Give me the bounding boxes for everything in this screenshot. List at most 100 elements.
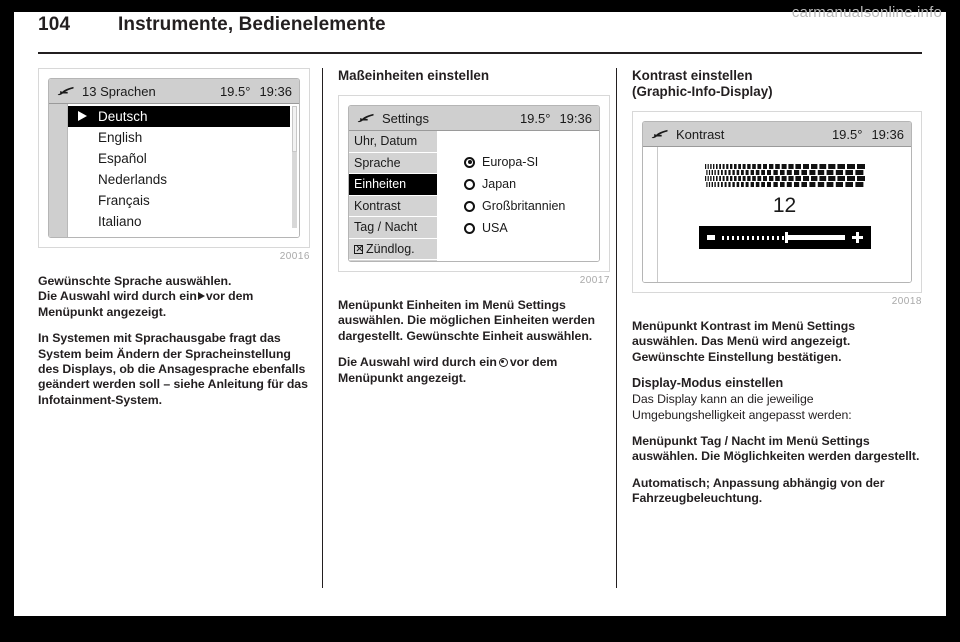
display-temperature: 19.5° bbox=[831, 126, 863, 142]
radio-option-label: Großbritannien bbox=[482, 199, 566, 213]
column-middle: Maßeinheiten einstellen Settings 19.5° 1… bbox=[338, 68, 610, 397]
automatic-text: Automatisch; Anpassung abhängig von der … bbox=[632, 475, 885, 506]
menu-item-label: Uhr, Datum bbox=[354, 134, 418, 148]
car-display-icon bbox=[57, 86, 74, 96]
frame-right bbox=[946, 0, 960, 642]
menu-item-units[interactable]: Einheiten bbox=[349, 174, 437, 196]
display-temperature: 19.5° bbox=[519, 110, 551, 126]
paragraph-day-night-menu: Menüpunkt Tag / Nacht im Menü Settings a… bbox=[632, 434, 920, 464]
language-left-strip bbox=[49, 104, 68, 237]
column-right: Kontrast einstellen (Graphic-Info-Displa… bbox=[632, 68, 922, 518]
display-time: 19:36 bbox=[559, 110, 592, 126]
menu-item-language[interactable]: Sprache bbox=[349, 153, 437, 174]
radio-option-usa[interactable]: USA bbox=[464, 217, 599, 239]
selection-arrow-icon bbox=[78, 111, 87, 121]
figure-caption: 20016 bbox=[279, 251, 310, 262]
menu-item-label: Einheiten bbox=[354, 177, 407, 191]
list-item-label: Français bbox=[98, 193, 150, 208]
radio-button-icon[interactable] bbox=[464, 178, 475, 190]
contrast-body: 12 bbox=[643, 147, 911, 282]
display-title: Settings bbox=[382, 110, 429, 126]
figure-frame: Kontrast 19.5° 19:36 12 bbox=[632, 111, 922, 293]
list-item-label: Nederlands bbox=[98, 172, 168, 187]
scrollbar[interactable] bbox=[292, 106, 297, 228]
display-contrast: Kontrast 19.5° 19:36 12 bbox=[642, 121, 912, 283]
list-item[interactable]: Italiano bbox=[68, 211, 299, 232]
paragraph-units-instructions: Menüpunkt Einheiten im Menü Settings aus… bbox=[338, 298, 595, 343]
figure-settings-screen: Settings 19.5° 19:36 Uhr, Datum Sprache … bbox=[338, 95, 610, 286]
radio-button-icon[interactable] bbox=[464, 200, 475, 212]
manual-page: 104 Instrumente, Bedienelemente 13 Sprac… bbox=[0, 0, 960, 642]
display-time: 19:36 bbox=[871, 126, 904, 142]
minus-icon[interactable] bbox=[706, 235, 715, 240]
page-number: 104 bbox=[38, 14, 71, 35]
sentence-1: Die Auswahl wird durch ein bbox=[338, 355, 497, 370]
contrast-value: 12 bbox=[772, 194, 797, 217]
frame-bottom bbox=[0, 616, 960, 642]
list-item-label: Italiano bbox=[98, 214, 142, 229]
paragraph-voice-output: In Systemen mit Sprachausgabe fragt das … bbox=[38, 331, 308, 407]
plus-icon[interactable] bbox=[851, 232, 863, 243]
sentence-1: Gewünschte Sprache auswählen. bbox=[38, 274, 232, 288]
contrast-slider[interactable] bbox=[698, 226, 871, 249]
column-divider-2 bbox=[616, 68, 617, 588]
slider-knob[interactable] bbox=[785, 232, 789, 243]
settings-menu[interactable]: Uhr, Datum Sprache Einheiten Kontrast Ta… bbox=[349, 131, 438, 261]
radio-option-europa-si[interactable]: Europa-SI bbox=[464, 151, 599, 173]
paragraph-units-selection-marker: Die Auswahl wird durch ein vor dem Menüpu… bbox=[338, 355, 610, 386]
paragraph-select-language: Gewünschte Sprache auswählen. Die Auswah… bbox=[38, 274, 310, 320]
heading-line-2: (Graphic-Info-Display) bbox=[632, 84, 773, 99]
display-title: Kontrast bbox=[676, 126, 725, 142]
column-divider-1 bbox=[322, 68, 323, 588]
language-list[interactable]: Deutsch English Español Nederlands Franç… bbox=[68, 104, 299, 237]
menu-item-ignition-log[interactable]: Zündlog. bbox=[349, 239, 437, 260]
radio-button-icon[interactable] bbox=[464, 156, 475, 168]
slider-dots bbox=[721, 236, 786, 240]
menu-item-day-night[interactable]: Tag / Nacht bbox=[349, 217, 437, 239]
menu-item-label: Zündlog. bbox=[366, 241, 415, 256]
slider-bar bbox=[785, 235, 845, 240]
car-display-icon bbox=[651, 129, 668, 139]
display-status-bar: Kontrast 19.5° 19:36 bbox=[643, 122, 911, 147]
language-list-body: Deutsch English Español Nederlands Franç… bbox=[49, 104, 299, 237]
menu-item-label: Kontrast bbox=[354, 198, 401, 213]
paragraph-contrast-instructions: Menüpunkt Kontrast im Menü Settings ausw… bbox=[632, 319, 856, 364]
heading-contrast: Kontrast einstellen (Graphic-Info-Displa… bbox=[632, 68, 922, 100]
radio-option-label: Europa-SI bbox=[482, 155, 539, 169]
list-item[interactable]: Deutsch bbox=[68, 106, 290, 127]
footer-site: carmanualsonline.info bbox=[791, 4, 942, 21]
radio-option-japan[interactable]: Japan bbox=[464, 173, 599, 195]
display-language: 13 Sprachen 19.5° 19:36 Deutsch English bbox=[48, 78, 300, 238]
frame-left bbox=[0, 0, 14, 642]
arrow-glyph-icon bbox=[197, 292, 205, 301]
scrollbar-thumb[interactable] bbox=[292, 106, 297, 152]
figure-frame: 13 Sprachen 19.5° 19:36 Deutsch English bbox=[38, 68, 310, 248]
figure-language-screen: 13 Sprachen 19.5° 19:36 Deutsch English bbox=[38, 68, 310, 262]
settings-options: Europa-SI Japan Großbritannien USA bbox=[438, 131, 599, 261]
list-item[interactable]: Français bbox=[68, 190, 299, 211]
menu-item-contrast[interactable]: Kontrast bbox=[349, 196, 437, 217]
slider-track[interactable] bbox=[721, 232, 845, 243]
paragraph-display-brightness: Das Display kann an die jeweilige Umgebu… bbox=[632, 392, 852, 422]
checkbox-icon[interactable] bbox=[354, 244, 363, 254]
contrast-pattern-icon bbox=[704, 164, 865, 187]
list-item[interactable]: Español bbox=[68, 148, 299, 169]
radio-button-icon[interactable] bbox=[464, 222, 475, 234]
list-item[interactable]: English bbox=[68, 127, 299, 148]
list-item-label: Español bbox=[98, 151, 147, 166]
list-item[interactable]: Nederlands bbox=[68, 169, 299, 190]
display-settings: Settings 19.5° 19:36 Uhr, Datum Sprache … bbox=[348, 105, 600, 262]
list-item-label: English bbox=[98, 130, 143, 145]
page-title: Instrumente, Bedienelemente bbox=[118, 14, 386, 35]
menu-item-label: Tag / Nacht bbox=[354, 220, 418, 234]
menu-item-clock-date[interactable]: Uhr, Datum bbox=[349, 131, 437, 153]
figure-caption: 20018 bbox=[891, 296, 922, 307]
display-status-bar: Settings 19.5° 19:36 bbox=[349, 106, 599, 131]
radio-option-label: Japan bbox=[482, 177, 517, 191]
radio-option-grossbritannien[interactable]: Großbritannien bbox=[464, 195, 599, 217]
display-temperature: 19.5° bbox=[219, 83, 251, 99]
car-display-icon bbox=[357, 113, 374, 123]
column-left: 13 Sprachen 19.5° 19:36 Deutsch English bbox=[38, 68, 310, 419]
figure-frame: Settings 19.5° 19:36 Uhr, Datum Sprache … bbox=[338, 95, 610, 272]
display-status-bar: 13 Sprachen 19.5° 19:36 bbox=[49, 79, 299, 104]
